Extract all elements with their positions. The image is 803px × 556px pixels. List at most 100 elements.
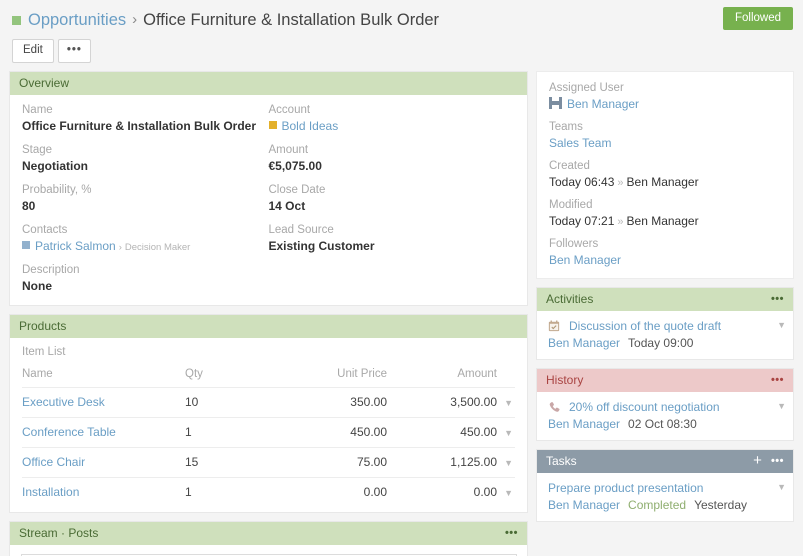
field-stage-label: Stage: [22, 144, 53, 156]
history-user-link[interactable]: Ben Manager: [548, 417, 620, 431]
breadcrumb: Opportunities › Office Furniture & Insta…: [12, 9, 439, 31]
assigned-user-value[interactable]: Ben Manager: [549, 97, 781, 111]
column-header-qty: Qty: [185, 368, 203, 380]
main-column: Overview Name Office Furniture & Install…: [9, 71, 528, 556]
record-toolbar: Edit •••: [0, 31, 803, 63]
product-amount: 0.00 ▼: [395, 477, 515, 507]
history-title-link[interactable]: 20% off discount negotiation: [569, 400, 720, 414]
created-timestamp: Today 06:43: [549, 175, 615, 189]
field-account-value[interactable]: Bold Ideas: [268, 119, 516, 133]
product-name-link[interactable]: Installation: [22, 477, 185, 507]
task-title-link[interactable]: Prepare product presentation: [548, 481, 703, 495]
task-menu-caret-icon[interactable]: ▼: [777, 482, 786, 492]
product-qty: 10: [185, 387, 275, 418]
field-close-date-label: Close Date: [268, 184, 326, 196]
side-field-followers: Followers Ben Manager: [549, 238, 781, 267]
assigned-user-avatar-icon: [549, 97, 562, 109]
field-contacts: Contacts Patrick Salmon › Decision Maker: [22, 224, 269, 253]
content-area: Overview Name Office Furniture & Install…: [0, 63, 803, 556]
history-item-top: 20% off discount negotiation: [548, 400, 783, 414]
field-probability-value: 80: [22, 199, 36, 213]
teams-value[interactable]: Sales Team: [549, 136, 781, 150]
edit-button[interactable]: Edit: [12, 39, 54, 63]
row-menu-caret-icon[interactable]: ▼: [504, 428, 513, 438]
stream-header-actions: •••: [505, 528, 518, 539]
row-menu-caret-icon[interactable]: ▼: [504, 488, 513, 498]
modified-label: Modified: [549, 199, 593, 211]
history-panel-title: History: [546, 373, 584, 387]
product-amount-text: 3,500.00: [450, 395, 497, 409]
created-by-link[interactable]: Ben Manager: [627, 175, 699, 189]
side-details-body: Assigned User Ben Manager Teams Sales Te…: [537, 72, 793, 278]
followers-label: Followers: [549, 238, 599, 250]
row-menu-caret-icon[interactable]: ▼: [504, 458, 513, 468]
modified-arrow-icon: »: [617, 216, 624, 228]
side-field-created: Created Today 06:43» Ben Manager: [549, 160, 781, 189]
products-table-body: Executive Desk 10 350.00 3,500.00 ▼ Conferenc…: [22, 387, 515, 507]
field-contacts-value[interactable]: Patrick Salmon › Decision Maker: [22, 239, 269, 253]
products-panel-header: Products: [10, 315, 527, 338]
side-details-panel: Assigned User Ben Manager Teams Sales Te…: [536, 71, 794, 279]
products-panel-title: Products: [19, 319, 67, 333]
task-item: ▼ Prepare product presentation Ben Manag…: [537, 473, 793, 521]
history-panel: History ••• ▼ 20% off discount negotiati…: [536, 368, 794, 441]
tasks-header-actions: + •••: [753, 453, 784, 468]
overview-panel: Overview Name Office Furniture & Install…: [9, 71, 528, 306]
activities-more-icon[interactable]: •••: [771, 294, 784, 305]
side-field-modified: Modified Today 07:21» Ben Manager: [549, 199, 781, 228]
stream-body: ▼ Ben Manager posted Ben Admin, do not f…: [10, 545, 527, 556]
activity-meta: Ben Manager Today 09:00: [548, 336, 783, 350]
field-amount-value: €5,075.00: [268, 159, 322, 173]
contact-name-text: Patrick Salmon: [35, 239, 116, 253]
field-close-date: Close Date 14 Oct: [269, 184, 516, 213]
product-amount: 1,125.00 ▼: [395, 447, 515, 478]
activity-item-top: Discussion of the quote draft: [548, 319, 783, 333]
activity-user-link[interactable]: Ben Manager: [548, 336, 620, 350]
history-menu-caret-icon[interactable]: ▼: [777, 401, 786, 411]
product-amount-text: 1,125.00: [450, 455, 497, 469]
field-amount-label: Amount: [268, 144, 309, 156]
field-account-label: Account: [268, 104, 311, 116]
stream-panel: Stream · Posts ••• ▼ Ben Manager posted: [9, 521, 528, 556]
activity-title-link[interactable]: Discussion of the quote draft: [569, 319, 721, 333]
activities-panel-title: Activities: [546, 292, 594, 306]
field-name-label: Name: [22, 104, 53, 116]
contact-marker-icon: [22, 241, 30, 249]
row-menu-caret-icon[interactable]: ▼: [504, 398, 513, 408]
followers-value[interactable]: Ben Manager: [549, 253, 781, 267]
tasks-panel-header: Tasks + •••: [537, 450, 793, 473]
product-name-link[interactable]: Office Chair: [22, 447, 185, 478]
field-stage-value: Negotiation: [22, 159, 88, 173]
table-row: Conference Table 1 450.00 450.00 ▼: [22, 417, 515, 448]
more-actions-button[interactable]: •••: [57, 39, 91, 63]
history-more-icon[interactable]: •••: [771, 375, 784, 386]
task-date: Yesterday: [694, 498, 748, 512]
product-qty: 15: [185, 447, 275, 478]
product-qty: 1: [185, 417, 275, 448]
field-description: Description None: [22, 264, 515, 293]
history-meta: Ben Manager 02 Oct 08:30: [548, 417, 783, 431]
field-stage: Stage Negotiation: [22, 144, 269, 173]
breadcrumb-link-opportunities[interactable]: Opportunities: [28, 9, 126, 31]
account-marker-icon: [268, 121, 277, 129]
stream-more-icon[interactable]: •••: [505, 528, 518, 539]
modified-timestamp: Today 07:21: [549, 214, 615, 228]
contact-role-separator-icon: ›: [118, 242, 122, 253]
products-panel: Products Item List Name Qty Unit Price A…: [9, 314, 528, 513]
created-value-row: Today 06:43» Ben Manager: [549, 175, 781, 189]
table-row: Installation 1 0.00 0.00 ▼: [22, 477, 515, 507]
add-task-icon[interactable]: +: [753, 453, 762, 468]
task-user-link[interactable]: Ben Manager: [548, 498, 620, 512]
activity-menu-caret-icon[interactable]: ▼: [777, 320, 786, 330]
tasks-more-icon[interactable]: •••: [771, 456, 784, 467]
product-name-link[interactable]: Conference Table: [22, 417, 185, 448]
product-amount-text: 450.00: [460, 425, 497, 439]
modified-by-link[interactable]: Ben Manager: [627, 214, 699, 228]
field-description-value: None: [22, 279, 52, 293]
meeting-icon: [548, 320, 563, 332]
products-table: Name Qty Unit Price Amount Executive Des…: [22, 365, 515, 507]
product-amount-text: 0.00: [473, 485, 497, 499]
task-item-top: Prepare product presentation: [548, 481, 783, 495]
followed-button[interactable]: Followed: [722, 7, 793, 30]
product-name-link[interactable]: Executive Desk: [22, 387, 185, 418]
